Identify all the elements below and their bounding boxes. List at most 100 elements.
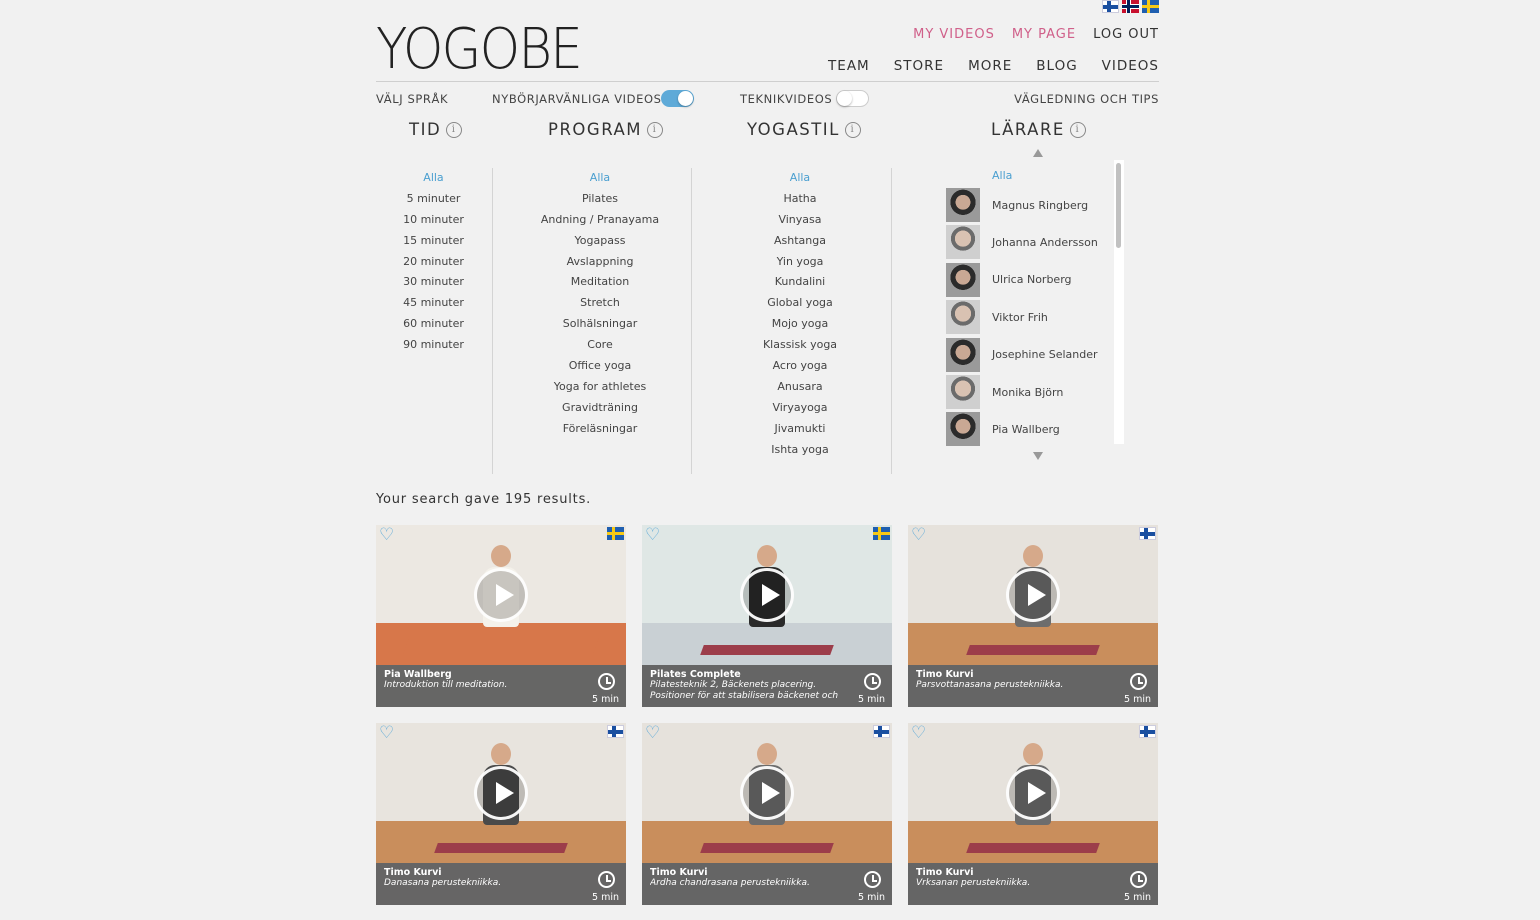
logo[interactable]: YOGOBE [376,22,583,78]
yogastil-option[interactable]: Kundalini [740,272,860,293]
video-info-bar: Pilates Complete Pilatesteknik 2, Bäckene… [642,665,892,707]
yogastil-option[interactable]: Global yoga [740,293,860,314]
yogastil-option[interactable]: Viryayoga [740,398,860,419]
video-card[interactable]: ♡ Pilates Complete Pilatesteknik 2, Bäcken… [642,525,892,707]
play-icon[interactable] [740,568,794,622]
scrollbar-thumb[interactable] [1116,163,1121,248]
teacher-item[interactable]: Magnus Ringberg [946,188,1088,222]
video-duration: 5 min [1124,694,1151,705]
teacher-name: Ulrica Norberg [992,273,1072,287]
program-option[interactable]: Yoga for athletes [520,377,680,398]
favorite-heart-icon[interactable]: ♡ [379,527,394,544]
video-description: Vrksanan perustekniikka. [916,878,1031,888]
video-card[interactable]: ♡ Timo Kurvi Danasana perustekniikka. 5 min [376,723,626,905]
finland-flag-icon[interactable] [1102,0,1119,13]
teacher-item[interactable]: Josephine Selander [946,337,1098,372]
log-out-link[interactable]: LOG OUT [1093,27,1159,42]
play-icon[interactable] [474,766,528,820]
results-count: Your search gave 195 results. [376,492,592,507]
tid-option[interactable]: 30 minuter [386,272,481,293]
sweden-flag-icon[interactable] [1142,0,1159,13]
play-icon[interactable] [474,568,528,622]
tid-option[interactable]: 45 minuter [386,293,481,314]
teacher-item[interactable]: Viktor Frih [946,300,1048,335]
nav-team[interactable]: TEAM [828,58,870,74]
yogastil-option[interactable]: Ashtanga [740,231,860,252]
yogastil-option[interactable]: Hatha [740,189,860,210]
beginner-videos-toggle[interactable] [661,90,694,107]
info-icon[interactable]: i [647,121,664,138]
favorite-heart-icon[interactable]: ♡ [911,725,926,742]
teacher-item[interactable]: Johanna Andersson [946,225,1098,260]
teacher-item[interactable]: Pia Wallberg [946,412,1060,447]
yogastil-option[interactable]: Anusara [740,377,860,398]
yoga-mat [700,645,834,655]
favorite-heart-icon[interactable]: ♡ [379,725,394,742]
tid-option[interactable]: Alla [386,168,481,189]
teacher-item[interactable]: Monika Björn [946,375,1063,409]
favorite-heart-icon[interactable]: ♡ [645,527,660,544]
yogastil-option[interactable]: Alla [740,168,860,189]
nav-store[interactable]: STORE [894,58,944,74]
program-option[interactable]: Office yoga [520,356,680,377]
teacher-all[interactable]: Alla [992,168,1012,184]
info-icon[interactable]: i [844,121,861,138]
choose-language-button[interactable]: VÄLJ SPRÅK [376,92,448,106]
scroll-up-icon[interactable] [1033,149,1043,157]
account-nav: MY VIDEOS MY PAGE LOG OUT [913,27,1159,42]
play-icon[interactable] [1006,568,1060,622]
my-videos-link[interactable]: MY VIDEOS [913,27,995,42]
play-icon[interactable] [1006,766,1060,820]
video-card[interactable]: ♡ Pia Wallberg Introduktion till meditatio… [376,525,626,707]
tid-option[interactable]: 60 minuter [386,314,481,335]
favorite-heart-icon[interactable]: ♡ [911,527,926,544]
yogastil-option[interactable]: Yin yoga [740,252,860,273]
yogastil-option[interactable]: Jivamukti [740,419,860,440]
program-option[interactable]: Solhälsningar [520,314,680,335]
scroll-down-icon[interactable] [1033,452,1043,460]
video-card[interactable]: ♡ Timo Kurvi Ardha chandrasana perusteknii… [642,723,892,905]
program-option[interactable]: Core [520,335,680,356]
nav-videos[interactable]: VIDEOS [1102,58,1159,74]
program-option[interactable]: Yogapass [520,231,680,252]
larare-header: LÄRARE i [991,120,1086,139]
video-description: Ardha chandrasana perustekniikka. [650,878,810,888]
video-card[interactable]: ♡ Timo Kurvi Parsvottanasana perustekniikk… [908,525,1158,707]
program-option[interactable]: Andning / Pranayama [520,210,680,231]
norway-flag-icon[interactable] [1122,0,1139,13]
tid-option[interactable]: 10 minuter [386,210,481,231]
column-divider [891,168,892,474]
program-option[interactable]: Avslappning [520,252,680,273]
program-option[interactable]: Föreläsningar [520,419,680,440]
program-option[interactable]: Alla [520,168,680,189]
tid-option[interactable]: 15 minuter [386,231,481,252]
yogastil-option[interactable]: Acro yoga [740,356,860,377]
nav-more[interactable]: MORE [968,58,1012,74]
teacher-scrollbar[interactable] [1114,160,1124,444]
video-duration: 5 min [858,694,885,705]
info-icon[interactable]: i [1069,121,1086,138]
yogastil-option[interactable]: Mojo yoga [740,314,860,335]
program-option[interactable]: Gravidträning [520,398,680,419]
guide-tips-link[interactable]: VÄGLEDNING OCH TIPS [1014,92,1159,106]
finland-flag-icon [607,725,624,738]
video-card[interactable]: ♡ Timo Kurvi Vrksanan perustekniikka. 5 min [908,723,1158,905]
teacher-item[interactable]: Ulrica Norberg [946,262,1072,297]
technique-videos-toggle[interactable] [836,90,869,107]
play-icon[interactable] [740,766,794,820]
my-page-link[interactable]: MY PAGE [1012,27,1076,42]
program-option[interactable]: Pilates [520,189,680,210]
video-description: Danasana perustekniikka. [384,878,502,888]
yogastil-option[interactable]: Klassisk yoga [740,335,860,356]
tid-option[interactable]: 90 minuter [386,335,481,356]
program-option[interactable]: Stretch [520,293,680,314]
nav-blog[interactable]: BLOG [1036,58,1077,74]
favorite-heart-icon[interactable]: ♡ [645,725,660,742]
info-icon[interactable]: i [446,121,463,138]
program-option[interactable]: Meditation [520,272,680,293]
tid-option[interactable]: 5 minuter [386,189,481,210]
yogastil-option[interactable]: Ishta yoga [740,440,860,461]
avatar [946,337,980,372]
yogastil-option[interactable]: Vinyasa [740,210,860,231]
tid-option[interactable]: 20 minuter [386,252,481,273]
